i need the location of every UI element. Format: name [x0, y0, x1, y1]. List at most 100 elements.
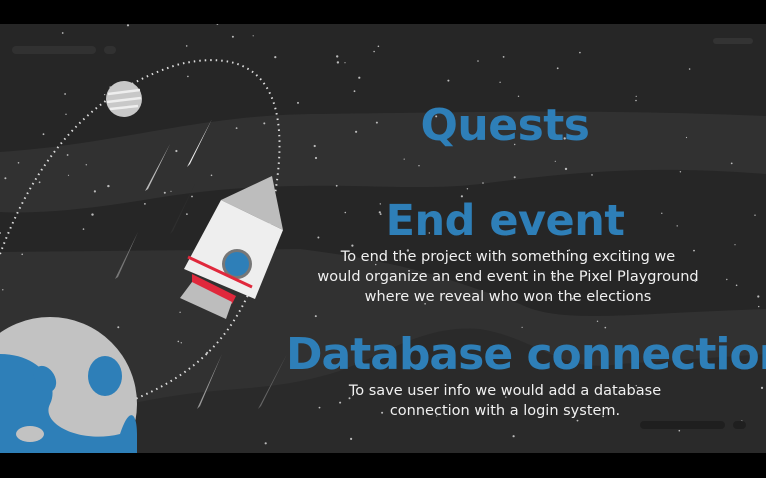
star [734, 244, 736, 246]
star [179, 311, 181, 313]
star [335, 184, 338, 187]
star [726, 278, 728, 281]
star [556, 67, 559, 70]
star [91, 213, 94, 216]
body-line: To end the project with something exciti… [340, 249, 676, 265]
star [676, 225, 678, 227]
star [107, 184, 110, 188]
star [314, 156, 318, 160]
decor-bar [640, 421, 725, 429]
star [17, 162, 20, 164]
star [104, 94, 106, 96]
star [163, 191, 166, 194]
star [64, 93, 66, 95]
star [66, 154, 69, 156]
star [754, 214, 756, 216]
star [186, 213, 188, 216]
star [482, 182, 484, 184]
star [235, 127, 238, 129]
star [353, 90, 356, 93]
star [564, 167, 568, 171]
slide: Quests End event To end the project with… [0, 24, 766, 453]
star [216, 24, 219, 25]
star [65, 113, 67, 116]
star [313, 144, 316, 148]
star [591, 174, 593, 176]
star [466, 188, 469, 190]
star [596, 320, 599, 322]
star [185, 45, 188, 47]
star [344, 211, 347, 214]
star [688, 68, 691, 70]
star [93, 190, 96, 193]
star [635, 95, 637, 97]
star [4, 177, 7, 180]
star [314, 315, 317, 318]
body-line: To save user info we would add a databas… [348, 383, 662, 399]
star [661, 212, 663, 214]
star [170, 190, 172, 192]
star [274, 56, 277, 59]
star [418, 165, 420, 167]
star [554, 160, 556, 162]
decor-dot [104, 46, 116, 54]
decor-bar [12, 46, 96, 54]
star [757, 295, 760, 298]
star [2, 289, 4, 291]
star [175, 149, 178, 153]
star [377, 45, 380, 48]
star [513, 176, 516, 179]
star [635, 99, 637, 102]
star [512, 435, 515, 438]
star [42, 133, 45, 136]
planet-icon [106, 81, 142, 117]
star [502, 56, 505, 58]
decor-bar [713, 38, 753, 44]
star [679, 171, 682, 173]
star [67, 174, 70, 176]
star [82, 228, 85, 230]
star [297, 101, 299, 104]
star [758, 305, 760, 308]
body-line: connection with a login system. [389, 403, 621, 419]
star [373, 50, 375, 53]
star [579, 51, 581, 54]
star [317, 236, 320, 239]
star [177, 340, 180, 343]
star [336, 55, 339, 58]
star [375, 121, 378, 124]
star [264, 442, 267, 445]
star [499, 81, 501, 83]
slide-title: Quests [420, 100, 590, 151]
star [38, 181, 41, 184]
star [180, 342, 182, 344]
star [344, 62, 346, 64]
star [350, 437, 353, 440]
star [231, 35, 234, 38]
star [735, 284, 738, 287]
star [210, 174, 213, 177]
section-heading-end-event: End event [385, 196, 625, 246]
body-line: would organize an end event in the Pixel… [317, 269, 699, 285]
star [191, 195, 193, 198]
star [521, 326, 523, 328]
star [760, 386, 764, 389]
decor-dot [733, 421, 746, 429]
star [355, 130, 358, 133]
star [678, 429, 681, 432]
body-line: where we reveal who won the elections [364, 289, 652, 305]
star [21, 253, 24, 256]
star [252, 35, 254, 37]
star [685, 136, 688, 139]
star [187, 75, 189, 78]
star [85, 164, 88, 166]
star [336, 61, 340, 64]
star [0, 232, 1, 234]
star [403, 158, 405, 160]
star [61, 32, 64, 34]
star [358, 76, 361, 79]
star [263, 122, 266, 125]
star [730, 162, 733, 165]
star [126, 24, 130, 27]
star [447, 79, 450, 82]
